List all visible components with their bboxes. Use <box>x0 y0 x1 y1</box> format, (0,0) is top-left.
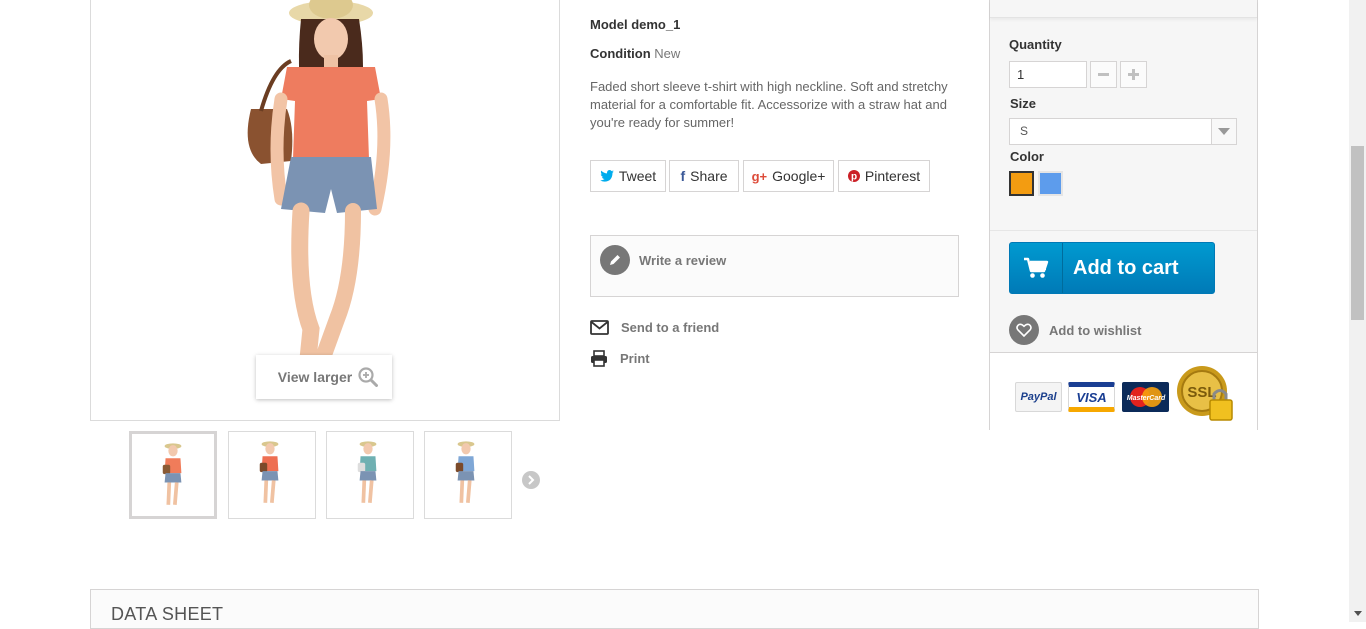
pinterest-label: Pinterest <box>864 168 921 184</box>
color-swatch-1[interactable] <box>1009 171 1034 196</box>
write-review-link[interactable]: Write a review <box>600 245 726 275</box>
print-label: Print <box>620 351 650 366</box>
mastercard-logo: MasterCard <box>1122 382 1169 412</box>
share-label: Share <box>690 168 728 184</box>
tweet-label: Tweet <box>618 168 657 184</box>
paypal-text: PayPal <box>1020 391 1057 403</box>
write-review-label: Write a review <box>639 252 727 268</box>
model-value: demo_1 <box>631 17 681 32</box>
ssl-text: SSL <box>1187 384 1216 401</box>
thumbnail-photo <box>162 443 182 505</box>
size-selected-value: S <box>1020 124 1029 138</box>
heart-icon <box>1009 315 1039 345</box>
thumbnails-next-button[interactable] <box>522 471 540 489</box>
scroll-down-arrow-icon[interactable] <box>1349 604 1366 622</box>
zoom-in-icon <box>358 367 379 387</box>
add-to-cart-label: Add to cart <box>1073 256 1179 279</box>
thumbnail-3[interactable] <box>326 431 414 519</box>
facebook-icon: f <box>680 168 686 184</box>
chevron-right-icon <box>528 475 535 485</box>
pencil-icon <box>600 245 630 275</box>
add-to-cart-button[interactable]: Add to cart <box>1009 242 1215 294</box>
thumbnail-photo <box>455 441 475 503</box>
pinterest-button[interactable]: p Pinterest <box>838 160 930 192</box>
product-description: Faded short sleeve t-shirt with high nec… <box>590 79 948 130</box>
ssl-seal: SSL <box>1176 364 1236 422</box>
mastercard-circles: MasterCard <box>1126 387 1165 407</box>
quantity-input[interactable]: 1 <box>1009 61 1087 88</box>
ssl-lock-badge: SSL <box>1177 366 1233 421</box>
model-label: Model <box>590 17 628 32</box>
view-larger-label: View larger <box>277 369 353 385</box>
envelope-icon <box>590 320 609 335</box>
product-condition: Condition New <box>590 46 680 61</box>
size-select[interactable]: S <box>1009 118 1237 145</box>
condition-label: Condition <box>590 46 651 61</box>
print-link[interactable]: Print <box>590 350 650 367</box>
add-to-wishlist-link[interactable]: Add to wishlist <box>1009 315 1141 345</box>
price-area <box>990 0 1257 18</box>
twitter-icon <box>599 170 614 182</box>
svg-text:p: p <box>851 172 857 183</box>
quantity-decrease-button[interactable] <box>1090 61 1117 88</box>
facebook-share-button[interactable]: f Share <box>669 160 739 192</box>
printer-icon <box>591 350 607 367</box>
view-larger-button[interactable]: View larger <box>256 355 392 399</box>
send-to-friend-link[interactable]: Send to a friend <box>590 320 719 335</box>
cart-icon <box>1010 243 1063 293</box>
add-to-wishlist-label: Add to wishlist <box>1049 322 1142 338</box>
chevron-down-icon <box>1211 119 1236 144</box>
thumbnail-4[interactable] <box>424 431 512 519</box>
data-sheet-section <box>90 589 1259 629</box>
plus-icon <box>1128 69 1139 80</box>
visa-text: VISA <box>1076 389 1107 405</box>
thumbnail-1[interactable] <box>129 431 217 519</box>
scrollbar-thumb[interactable] <box>1351 146 1364 320</box>
google-label: Google+ <box>772 168 826 184</box>
quantity-increase-button[interactable] <box>1120 61 1147 88</box>
pinterest-icon: p <box>847 170 860 183</box>
visa-logo: VISA <box>1068 382 1115 412</box>
minus-icon <box>1098 73 1109 76</box>
google-plus-button[interactable]: g+ Google+ <box>743 160 834 192</box>
mastercard-text: MasterCard <box>1126 395 1165 402</box>
size-label: Size <box>1010 96 1037 111</box>
color-swatch-2[interactable] <box>1038 171 1063 196</box>
quantity-label: Quantity <box>1009 37 1062 52</box>
paypal-logo: PayPal <box>1015 382 1062 412</box>
thumbnail-photo <box>259 441 279 503</box>
thumbnail-photo <box>357 441 377 503</box>
google-plus-icon: g+ <box>751 168 768 184</box>
send-to-friend-label: Send to a friend <box>621 320 720 335</box>
thumbnail-2[interactable] <box>228 431 316 519</box>
tweet-button[interactable]: Tweet <box>590 160 666 192</box>
color-label: Color <box>1010 149 1044 164</box>
product-reference: Model demo_1 <box>590 17 680 32</box>
condition-value: New <box>654 46 681 61</box>
